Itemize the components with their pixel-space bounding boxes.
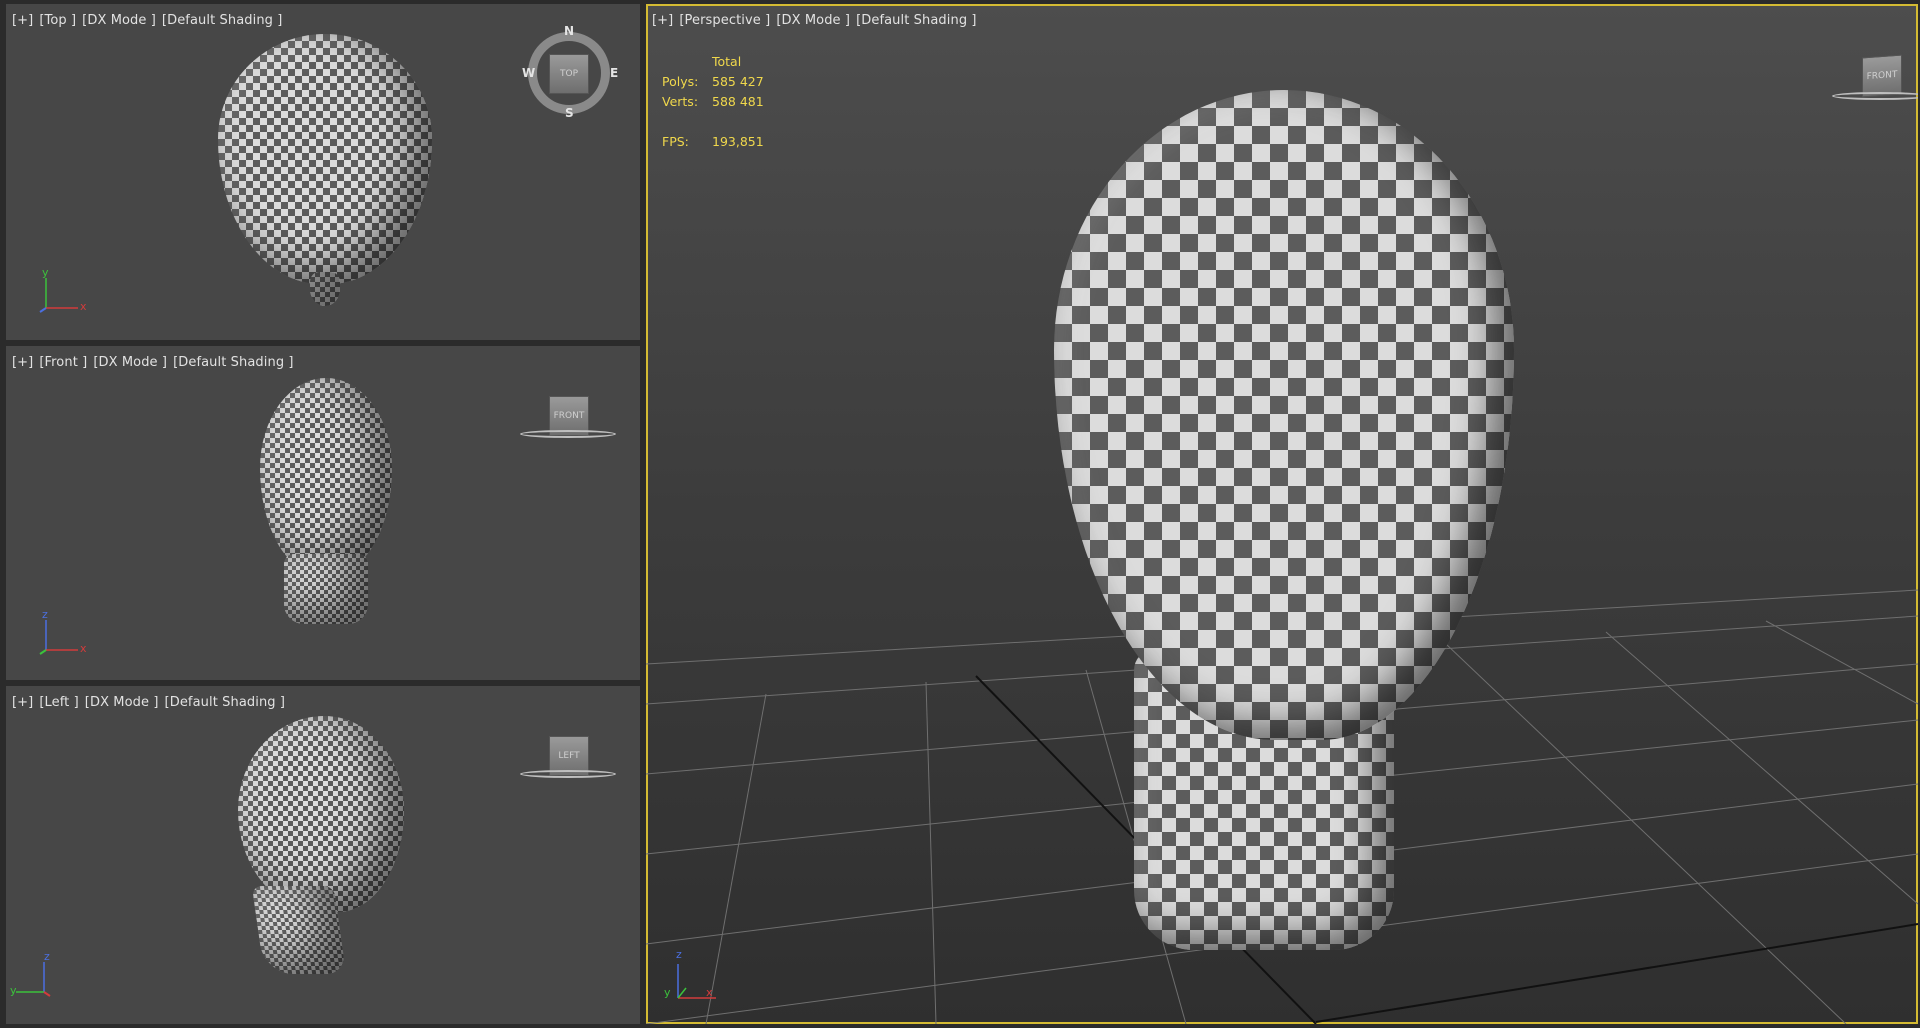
viewport-menu-plus[interactable]: [+] [652, 13, 673, 28]
viewport-menu-view[interactable]: [Top ] [39, 13, 76, 28]
axis-label-x: x [80, 642, 87, 655]
viewport-menu-plus[interactable]: [+] [12, 13, 33, 28]
viewport-menu-view[interactable]: [Front ] [39, 355, 87, 370]
viewcube-ring[interactable] [520, 430, 616, 438]
axis-label-y: y [42, 266, 49, 279]
axis-label-z: z [676, 948, 682, 961]
head-mesh [218, 34, 432, 284]
axis-label-x: x [80, 300, 87, 313]
viewport-label-front[interactable]: [+] [Front ] [DX Mode ] [Default Shading ] [12, 355, 300, 370]
stats-polys-value: 585 427 [712, 74, 764, 89]
viewcube-ring[interactable] [520, 770, 616, 778]
compass-south-label: S [565, 106, 574, 120]
stats-fps-value: 193,851 [712, 134, 764, 149]
compass-north-label: N [564, 24, 575, 38]
axis-tripod-left [16, 962, 51, 997]
viewport-menu-mode[interactable]: [DX Mode ] [82, 13, 156, 28]
axis-label-z: z [42, 608, 48, 621]
head-model-top[interactable] [218, 34, 432, 314]
compass-west-label: W [522, 66, 536, 80]
viewport-menu-shading[interactable]: [Default Shading ] [162, 13, 283, 28]
axis-label-y: y [10, 984, 17, 997]
axis-label-y: y [664, 986, 671, 999]
scene-statistics: Total Polys: 585 427 Verts: 588 481 FPS: 19… [662, 52, 764, 152]
viewport-menu-view[interactable]: [Perspective ] [679, 13, 770, 28]
neck-mesh [284, 554, 368, 624]
stats-fps-label: FPS: [662, 134, 689, 149]
chin-mesh [310, 272, 340, 306]
viewport-menu-shading[interactable]: [Default Shading ] [165, 695, 286, 710]
stats-verts-label: Verts: [662, 94, 699, 109]
stats-polys-label: Polys: [662, 74, 699, 89]
head-mesh [260, 378, 392, 574]
viewport-left[interactable]: [+] [Left ] [DX Mode ] [Default Shading ] L… [6, 686, 640, 1024]
viewport-menu-shading[interactable]: [Default Shading ] [856, 13, 977, 28]
viewcube-perspective[interactable]: FRONT [1862, 54, 1902, 98]
neck-mesh [251, 886, 347, 974]
viewport-menu-plus[interactable]: [+] [12, 695, 33, 710]
head-model-left[interactable] [234, 716, 434, 1006]
viewport-label-left[interactable]: [+] [Left ] [DX Mode ] [Default Shading ] [12, 695, 291, 710]
viewport-menu-mode[interactable]: [DX Mode ] [93, 355, 167, 370]
axis-label-x: x [706, 986, 713, 999]
viewport-front[interactable]: [+] [Front ] [DX Mode ] [Default Shading ] … [6, 346, 640, 680]
head-mesh [1054, 90, 1514, 740]
head-mesh [238, 716, 404, 912]
viewport-menu-view[interactable]: [Left ] [39, 695, 78, 710]
viewport-menu-plus[interactable]: [+] [12, 355, 33, 370]
head-model-perspective[interactable] [1054, 90, 1514, 960]
viewport-menu-mode[interactable]: [DX Mode ] [85, 695, 159, 710]
head-model-front[interactable] [256, 378, 396, 668]
viewport-menu-mode[interactable]: [DX Mode ] [776, 13, 850, 28]
viewcube-top[interactable]: TOP [549, 54, 589, 94]
viewport-label-top[interactable]: [+] [Top ] [DX Mode ] [Default Shading ] [12, 13, 288, 28]
viewcube-ring[interactable] [1832, 92, 1918, 100]
stats-header: Total [712, 54, 742, 69]
viewport-menu-shading[interactable]: [Default Shading ] [173, 355, 294, 370]
axis-label-z: z [44, 950, 50, 963]
compass-east-label: E [610, 66, 619, 80]
viewport-label-perspective[interactable]: [+] [Perspective ] [DX Mode ] [Default Shad… [652, 13, 983, 28]
stats-verts-value: 588 481 [712, 94, 764, 109]
viewport-perspective[interactable]: [+] [Perspective ] [DX Mode ] [Default Shad… [646, 4, 1918, 1024]
viewport-top[interactable]: [+] [Top ] [DX Mode ] [Default Shading ] TO… [6, 4, 640, 340]
